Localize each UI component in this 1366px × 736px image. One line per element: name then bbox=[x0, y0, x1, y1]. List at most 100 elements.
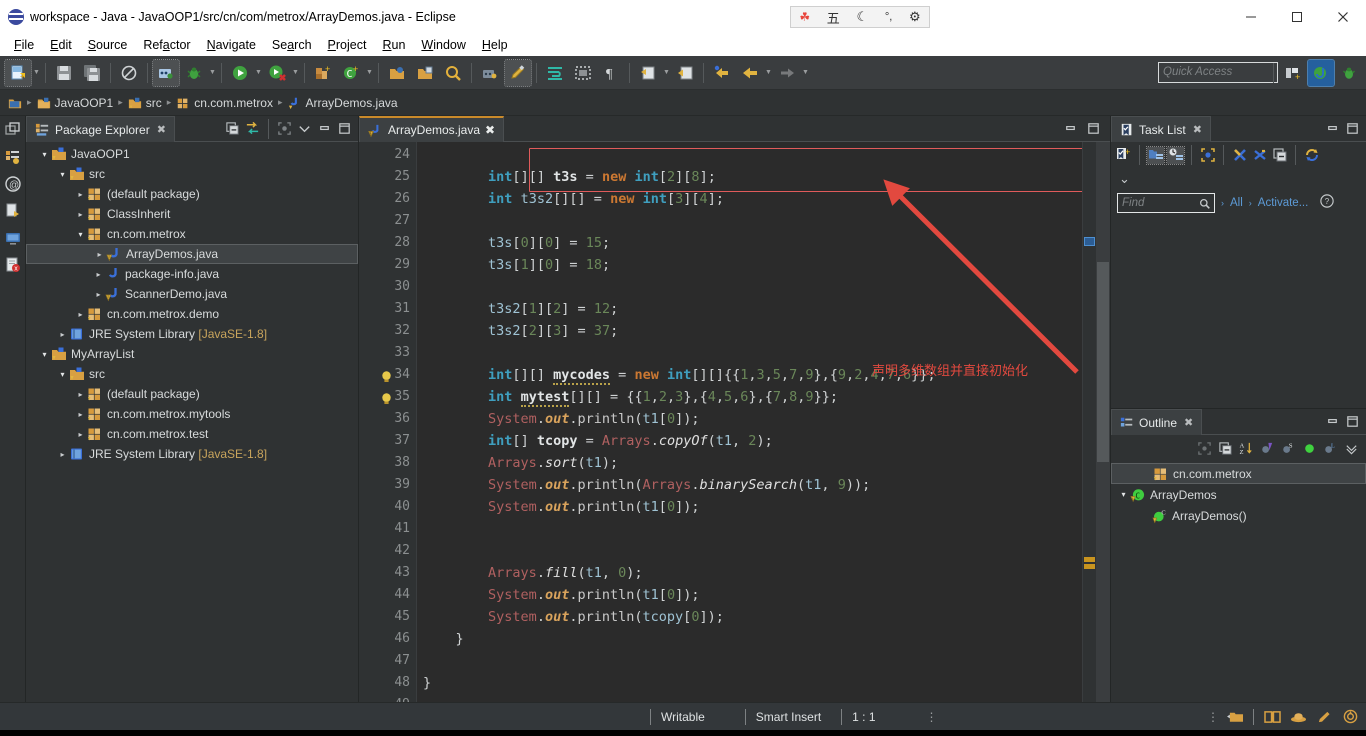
toggle-wordwrap-icon[interactable] bbox=[542, 60, 568, 86]
ime-toolbar[interactable]: ☘ 五 ☾ °, ⚙ bbox=[790, 6, 930, 28]
breadcrumb-item-project[interactable]: JavaOOP1 bbox=[37, 96, 113, 110]
twisty-expanded[interactable]: ▾ bbox=[74, 230, 87, 239]
code-line[interactable] bbox=[417, 650, 1082, 672]
book-icon[interactable] bbox=[1262, 708, 1282, 726]
view-menu-icon[interactable] bbox=[296, 120, 313, 137]
code-line[interactable]: System.out.println(t1[0]); bbox=[417, 584, 1082, 606]
close-button[interactable] bbox=[1320, 0, 1366, 34]
new-class-icon[interactable]: C + bbox=[338, 60, 364, 86]
line-number[interactable]: 46 bbox=[359, 628, 416, 650]
code-text[interactable]: 声明多维数组并直接初始化 int[][] t3s = new int[2][8]… bbox=[417, 142, 1082, 702]
twisty-collapsed[interactable]: ▸ bbox=[56, 450, 69, 459]
last-edit-location-icon[interactable] bbox=[635, 60, 661, 86]
quick-fix-bulb-icon[interactable] bbox=[381, 369, 392, 382]
twisty-collapsed[interactable]: ▸ bbox=[92, 270, 105, 279]
outline-item-arraydemos-[interactable]: C ArrayDemos() bbox=[1111, 505, 1366, 526]
save-all-icon[interactable] bbox=[79, 60, 105, 86]
editor-marker-bar[interactable] bbox=[1082, 142, 1096, 702]
status-overflow-icon-right[interactable]: ⋮ bbox=[1207, 710, 1219, 724]
tree-item--default-package-[interactable]: ▸ (default package) bbox=[26, 184, 358, 204]
code-line[interactable]: t3s2[1][2] = 12; bbox=[417, 298, 1082, 320]
save-icon[interactable] bbox=[51, 60, 77, 86]
synchronize-icon[interactable] bbox=[1303, 147, 1320, 164]
code-line[interactable]: } bbox=[417, 628, 1082, 650]
menu-navigate[interactable]: Navigate bbox=[199, 36, 264, 54]
target-icon[interactable] bbox=[1340, 708, 1360, 726]
collapse-all-icon[interactable] bbox=[224, 120, 241, 137]
breadcrumb-item-file[interactable]: ArrayDemos.java bbox=[288, 96, 398, 110]
ime-mode-button[interactable]: 五 bbox=[827, 8, 840, 27]
close-icon[interactable]: ✖ bbox=[1193, 123, 1202, 136]
maximize-icon[interactable] bbox=[1344, 413, 1361, 430]
line-number[interactable]: 47 bbox=[359, 650, 416, 672]
code-line[interactable] bbox=[417, 276, 1082, 298]
search-icon[interactable] bbox=[1199, 198, 1210, 209]
quick-access-input[interactable]: Quick Access bbox=[1158, 62, 1278, 83]
outline-tree[interactable]: cn.com.metrox ▾ C! ArrayDemos C ArrayDemos() bbox=[1111, 461, 1366, 702]
new-file-dropdown[interactable]: ▼ bbox=[32, 60, 41, 86]
line-number[interactable]: 34 bbox=[359, 364, 416, 386]
code-line[interactable]: int[] tcopy = Arrays.copyOf(t1, 2); bbox=[417, 430, 1082, 452]
tab-task-list[interactable]: Task List ✖ bbox=[1111, 116, 1211, 142]
menu-run[interactable]: Run bbox=[374, 36, 413, 54]
maximize-icon[interactable] bbox=[1344, 120, 1361, 137]
view-menu-icon[interactable] bbox=[1343, 440, 1360, 457]
breadcrumb-item-package[interactable]: cn.com.metrox bbox=[176, 96, 273, 110]
open-resource-icon[interactable] bbox=[412, 60, 438, 86]
ime-settings-icon[interactable]: ⚙ bbox=[909, 9, 921, 25]
view-menu-icon[interactable]: ⌄ bbox=[1119, 171, 1130, 187]
twisty-expanded[interactable]: ▾ bbox=[56, 170, 69, 179]
line-number[interactable]: 39 bbox=[359, 474, 416, 496]
twisty-collapsed[interactable]: ▸ bbox=[74, 430, 87, 439]
line-number[interactable]: 41 bbox=[359, 518, 416, 540]
code-line[interactable]: int t3s2[][] = new int[3][4]; bbox=[417, 188, 1082, 210]
ime-punctuation-icon[interactable]: °, bbox=[885, 11, 892, 23]
edit-icon[interactable] bbox=[504, 58, 532, 87]
line-number[interactable]: 33 bbox=[359, 342, 416, 364]
line-number[interactable]: 45 bbox=[359, 606, 416, 628]
back-icon[interactable] bbox=[709, 60, 735, 86]
toggle-breakpoint-icon[interactable] bbox=[152, 58, 180, 87]
new-java-project-icon[interactable]: + bbox=[310, 60, 336, 86]
maximize-icon[interactable] bbox=[336, 120, 353, 137]
line-number[interactable]: 38 bbox=[359, 452, 416, 474]
tree-item-myarraylist[interactable]: ▾ MyArrayList bbox=[26, 344, 358, 364]
line-number[interactable]: 29 bbox=[359, 254, 416, 276]
tree-item-cn-com-metrox[interactable]: ▾ cn.com.metrox bbox=[26, 224, 358, 244]
code-line[interactable] bbox=[417, 518, 1082, 540]
tab-arraydemos-java[interactable]: ! ArrayDemos.java ✖ bbox=[359, 116, 505, 142]
twisty-collapsed[interactable]: ▸ bbox=[74, 190, 87, 199]
help-icon[interactable]: ? bbox=[1320, 193, 1334, 213]
code-editor[interactable]: 24 25 26 27 28 29 30 31 32 33 34 35 36 37 38 39 40 41 42 43… bbox=[359, 142, 1110, 712]
code-line[interactable] bbox=[417, 694, 1082, 702]
task-activate-link[interactable]: Activate... bbox=[1258, 197, 1309, 209]
tree-item-arraydemos-java[interactable]: ▸! ArrayDemos.java bbox=[26, 244, 358, 264]
breadcrumb-item-workspace[interactable] bbox=[8, 96, 22, 110]
line-number[interactable]: 35 bbox=[359, 386, 416, 408]
maximize-button[interactable] bbox=[1274, 0, 1320, 34]
package-explorer-tree[interactable]: ▾ JavaOOP1 ▾ src ▸ (default package) ▸ ClassInh… bbox=[26, 142, 358, 702]
filter-icon[interactable] bbox=[1251, 147, 1268, 164]
show-whitespace-icon[interactable]: ¶ bbox=[598, 60, 624, 86]
tree-item-jre-system-library[interactable]: ▸ JRE System Library [JavaSE-1.8] bbox=[26, 444, 358, 464]
new-class-dropdown[interactable]: ▼ bbox=[365, 60, 374, 86]
menu-window[interactable]: Window bbox=[413, 36, 473, 54]
ime-moon-icon[interactable]: ☾ bbox=[857, 9, 869, 25]
code-line[interactable]: System.out.println(t1[0]); bbox=[417, 408, 1082, 430]
tree-item-package-info-java[interactable]: ▸ package-info.java bbox=[26, 264, 358, 284]
run-stop-icon[interactable] bbox=[264, 60, 290, 86]
breadcrumb-item-src[interactable]: src bbox=[128, 96, 162, 110]
search-icon[interactable] bbox=[440, 60, 466, 86]
baidu-ime-icon[interactable]: ☘ bbox=[799, 10, 810, 24]
sort-icon[interactable]: AZ bbox=[1238, 440, 1255, 457]
tree-item-javaoop1[interactable]: ▾ JavaOOP1 bbox=[26, 144, 358, 164]
twisty-collapsed[interactable]: ▸ bbox=[74, 390, 87, 399]
line-number[interactable]: 32 bbox=[359, 320, 416, 342]
line-number[interactable]: 25 bbox=[359, 166, 416, 188]
focus-icon[interactable] bbox=[1199, 147, 1216, 164]
last-edit-dropdown[interactable]: ▼ bbox=[662, 60, 671, 86]
code-line[interactable]: int[][] t3s = new int[2][8]; bbox=[417, 166, 1082, 188]
code-line[interactable] bbox=[417, 210, 1082, 232]
line-number[interactable]: 30 bbox=[359, 276, 416, 298]
tree-item--default-package-[interactable]: ▸ (default package) bbox=[26, 384, 358, 404]
